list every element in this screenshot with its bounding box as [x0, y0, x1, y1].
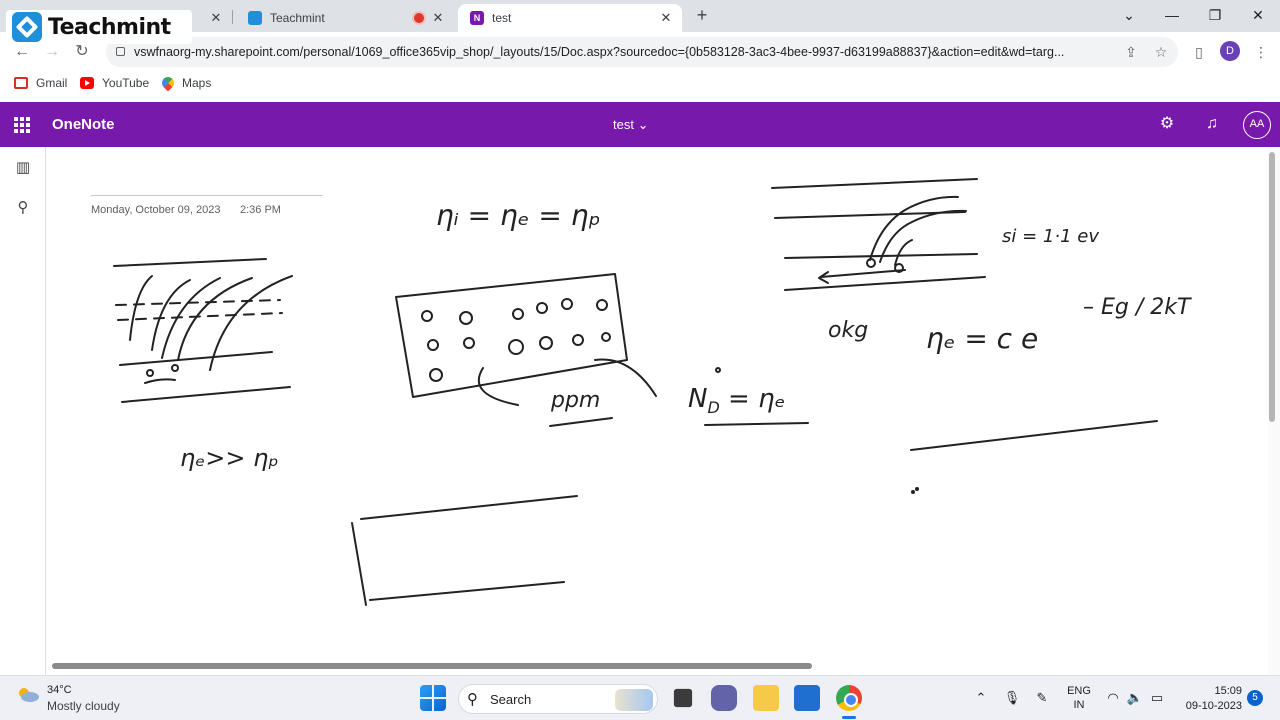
teachmint-favicon-icon [248, 11, 262, 25]
new-tab-button[interactable]: + [692, 6, 712, 26]
url-text[interactable]: vswfnaorg-my.sharepoint.com/personal/106… [134, 45, 1124, 59]
lock-icon[interactable] [116, 47, 125, 56]
svg-text:okg: okg [828, 318, 868, 343]
back-button[interactable]: ← [12, 42, 32, 62]
search-highlight-icon [615, 689, 653, 711]
tab-label: Teachmint [270, 11, 325, 25]
search-icon: ⚲ [467, 691, 478, 708]
weather-temperature[interactable]: 34°C [47, 684, 72, 696]
svg-text:ηᵢ = ηₑ = ηₚ: ηᵢ = ηₑ = ηₚ [436, 199, 600, 232]
tab-search-button[interactable]: ⌄ [1114, 4, 1144, 26]
user-avatar[interactable]: AA [1243, 111, 1271, 139]
chrome-icon[interactable] [836, 685, 862, 711]
tab-teachmint[interactable]: Teachmint ✕ [236, 4, 454, 32]
bookmark-label: Gmail [36, 76, 68, 90]
share-icon[interactable]: ⇪ [1122, 43, 1140, 61]
mic-icon[interactable]: 🎙 [1003, 689, 1021, 707]
tab-close-icon[interactable]: ✕ [208, 10, 224, 26]
forward-button[interactable]: → [42, 42, 62, 62]
onenote-favicon-icon: N [470, 11, 484, 25]
teachmint-logo: Teachmint [6, 10, 192, 44]
close-window-button[interactable]: ✕ [1243, 4, 1273, 26]
teachmint-logo-text: Teachmint [48, 14, 171, 40]
language-indicator[interactable]: ENG IN [1064, 684, 1094, 712]
svg-text:ηₑ>> ηₚ: ηₑ>> ηₚ [180, 444, 279, 472]
youtube-icon [80, 77, 94, 89]
address-bar[interactable]: vswfnaorg-my.sharepoint.com/personal/106… [106, 37, 1178, 67]
bookmark-youtube[interactable]: YouTube [80, 76, 149, 90]
active-app-indicator [842, 716, 856, 719]
ink-crystal-box [395, 273, 657, 427]
windows-taskbar: 34°C Mostly cloudy ⚲ Search ⌃ 🎙 ✎ ENG IN… [0, 675, 1280, 720]
taskbar-search-label: Search [490, 692, 532, 707]
svg-text:ND = ηₑ: ND = ηₑ [688, 384, 785, 417]
app-launcher-icon[interactable] [14, 117, 30, 133]
tab-separator [232, 10, 233, 24]
document-title[interactable]: test ⌄ [613, 117, 648, 133]
sidebar-icon[interactable]: ▯ [1190, 42, 1208, 62]
app-name[interactable]: OneNote [52, 116, 115, 133]
bookmark-label: YouTube [102, 76, 150, 90]
tab-close-icon[interactable]: ✕ [430, 10, 446, 26]
navigation-rail: ▥ ⚲ [0, 147, 46, 675]
teams-icon[interactable] [711, 685, 737, 711]
bookmark-maps[interactable]: Maps [159, 74, 212, 92]
ink-rectangle-bottom [351, 495, 578, 606]
clock-date: 09-10-2023 [1185, 700, 1242, 712]
tab-label: test [492, 11, 512, 25]
vertical-scroll-thumb[interactable] [1269, 152, 1275, 422]
svg-text:ppm: ppm [550, 388, 600, 413]
gear-icon[interactable]: ⚙ [1158, 115, 1176, 133]
bookmark-label: Maps [182, 76, 212, 90]
bookmark-gmail[interactable]: Gmail [14, 76, 67, 90]
horizontal-scroll-thumb[interactable] [52, 663, 812, 669]
browser-tab-strip: ✕ Teachmint ✕ N test ✕ + ⌄ — ❐ ✕ [0, 0, 1280, 32]
speaker-icon[interactable]: 🔈 [1126, 689, 1144, 707]
ink-band-diagram-left [113, 258, 293, 403]
search-icon[interactable]: ⚲ [14, 199, 32, 217]
wifi-icon[interactable]: ◠ [1104, 689, 1122, 707]
star-icon[interactable]: ☆ [1152, 43, 1170, 61]
task-view-icon[interactable] [673, 688, 693, 708]
library-icon[interactable]: ▥ [14, 159, 32, 177]
tab-test[interactable]: N test ✕ [458, 4, 682, 32]
maps-icon [159, 74, 177, 92]
bell-icon[interactable]: ♫ [1203, 115, 1221, 133]
browser-toolbar: ← → ↻ vswfnaorg-my.sharepoint.com/person… [0, 32, 1280, 72]
page-canvas[interactable]: Monday, October 09, 2023 2:36 PM ηᵢ = ηₑ… [46, 147, 1268, 661]
svg-text:– Eg / 2kT: – Eg / 2kT [1083, 295, 1192, 320]
onenote-header: OneNote test ⌄ ⚙ ♫ AA [0, 102, 1280, 147]
svg-text:ηₑ = c e: ηₑ = c e [926, 322, 1038, 355]
tab-close-icon[interactable]: ✕ [658, 10, 674, 26]
bookmarks-bar: Gmail YouTube Maps [0, 72, 1280, 96]
profile-avatar[interactable]: D [1220, 41, 1240, 61]
notification-badge[interactable]: 5 [1247, 690, 1263, 706]
chevron-up-icon[interactable]: ⌃ [972, 689, 990, 707]
ink-drawing[interactable]: ηᵢ = ηₑ = ηₚ ppm ND = ηₑ si = 1·1 ev okg… [46, 147, 1268, 661]
weather-description[interactable]: Mostly cloudy [47, 699, 120, 713]
weather-cloud-icon[interactable] [16, 686, 40, 702]
start-button[interactable] [420, 685, 446, 711]
menu-dots-icon[interactable]: ⋮ [1252, 42, 1270, 62]
region-code: IN [1073, 699, 1085, 711]
maximize-button[interactable]: ❐ [1200, 4, 1230, 26]
minimize-button[interactable]: — [1157, 4, 1187, 26]
battery-icon[interactable]: ▭ [1148, 689, 1166, 707]
ink-band-diagram-right [771, 178, 986, 291]
recording-indicator-icon [414, 13, 424, 23]
pen-icon[interactable]: ✎ [1033, 689, 1051, 707]
gmail-icon [14, 77, 28, 89]
system-clock[interactable]: 15:09 09-10-2023 [1176, 684, 1242, 714]
teachmint-logo-icon [12, 12, 42, 42]
taskbar-search[interactable]: ⚲ Search [458, 684, 658, 714]
svg-text:si = 1·1 ev: si = 1·1 ev [1002, 226, 1099, 247]
clock-time: 15:09 [1214, 685, 1242, 697]
store-icon[interactable] [794, 685, 820, 711]
file-explorer-icon[interactable] [753, 685, 779, 711]
reload-button[interactable]: ↻ [72, 42, 92, 62]
language-code: ENG [1067, 685, 1091, 697]
